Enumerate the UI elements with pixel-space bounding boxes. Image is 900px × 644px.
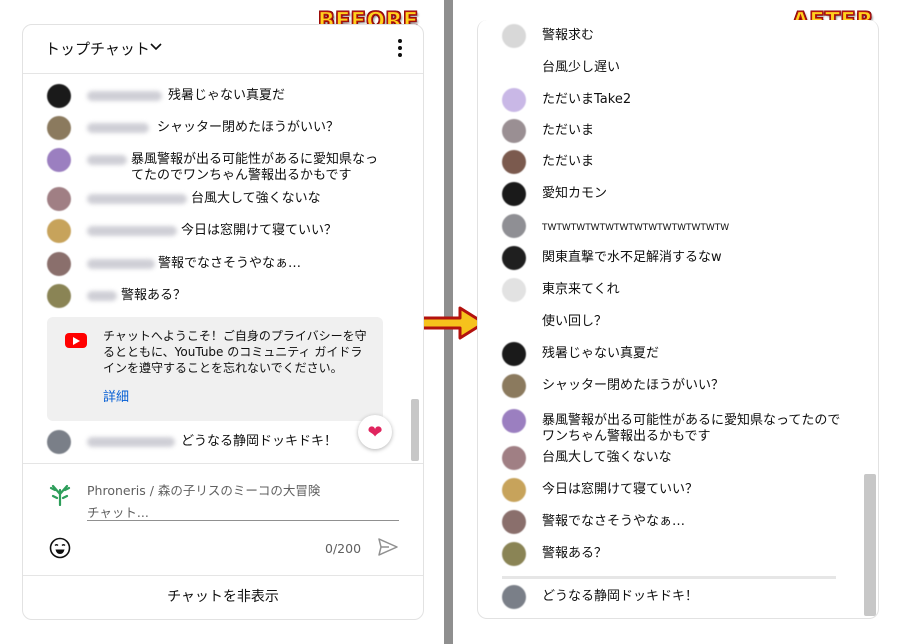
more-icon[interactable] xyxy=(397,39,403,59)
message-text: 残暑じゃない真夏だ xyxy=(542,346,660,361)
heart-icon[interactable]: ❤ xyxy=(358,415,392,449)
message-text: TWTWTWTWTWTWTWTWTWTWTWTWTW xyxy=(542,223,730,233)
after-chat-panel: 警報求む 台風少し遅い ただいまTake2 ただいま ただいま 愛知カモン TWTWTWTW… xyxy=(477,20,879,619)
message-text: 今日は窓開けて寝ていい？ xyxy=(542,482,699,497)
avatar[interactable] xyxy=(502,585,526,609)
before-chat-panel: トップチャット 残暑じゃない真夏だシャッター閉めたほうがいい？ 暴風警報が出る可能… xyxy=(22,24,424,620)
chat-mode-dropdown[interactable]: トップチャット xyxy=(45,38,150,59)
welcome-banner: チャットへようこそ！ご自身のプライバシーを守るとともに、YouTube のコミュ… xyxy=(47,317,383,421)
avatar[interactable] xyxy=(502,56,526,80)
avatar[interactable] xyxy=(502,409,526,433)
avatar[interactable] xyxy=(502,478,526,502)
message-text: 台風少し遅い xyxy=(542,60,621,75)
chat-input[interactable]: チャット... xyxy=(87,502,399,521)
author-name-redacted[interactable] xyxy=(87,259,155,269)
avatar[interactable] xyxy=(502,510,526,534)
channel-name-sub: / 森の子リスのミーコの大冒険 xyxy=(145,483,321,498)
message-text: シャッター閉めたほうがいい？ xyxy=(157,120,340,135)
chat-input-area: Phroneris / 森の子リスのミーコの大冒険 チャット... 0/200 xyxy=(23,463,423,576)
message-text: ただいま xyxy=(542,154,595,169)
message-text: 暴風警報が出る可能性があるに愛知県なってたのでワンちゃん警報出るかもです xyxy=(542,413,841,444)
message-text: 警報でなさそうやなぁ… xyxy=(542,514,686,529)
message-text: どうなる静岡ドッキドキ！ xyxy=(542,589,699,604)
message-text: 東京来てくれ xyxy=(542,282,620,297)
avatar[interactable] xyxy=(502,119,526,143)
chat-header: トップチャット xyxy=(23,25,423,74)
author-name-redacted[interactable] xyxy=(87,437,175,447)
avatar[interactable] xyxy=(502,150,526,174)
message-text: 警報でなさそうやなぁ… xyxy=(158,256,302,271)
char-counter: 0/200 xyxy=(325,541,362,556)
author-name-redacted[interactable] xyxy=(87,291,117,301)
message-text: 台風大して強くないな xyxy=(191,191,321,206)
message-text: 使い回し？ xyxy=(542,314,608,329)
avatar[interactable] xyxy=(502,246,526,270)
scrollbar-thumb[interactable] xyxy=(411,399,419,461)
message-text: どうなる静岡ドッキドキ！ xyxy=(181,434,338,449)
welcome-text: チャットへようこそ！ご自身のプライバシーを守るとともに、YouTube のコミュ… xyxy=(103,329,367,375)
message-text: 愛知カモン xyxy=(542,186,608,201)
message-text: 警報求む xyxy=(542,28,595,43)
avatar[interactable] xyxy=(47,252,71,276)
scrollbar-thumb[interactable] xyxy=(864,474,876,616)
message-text: 警報ある？ xyxy=(542,546,608,561)
message-text: 関東直撃で水不足解消するなw xyxy=(542,250,722,265)
message-text: 警報ある？ xyxy=(121,288,187,303)
avatar[interactable] xyxy=(47,430,71,454)
author-name-redacted[interactable] xyxy=(87,91,162,101)
avatar[interactable] xyxy=(47,84,71,108)
author-name-redacted[interactable] xyxy=(87,194,187,204)
avatar[interactable] xyxy=(47,148,71,172)
author-name-redacted[interactable] xyxy=(87,155,127,165)
avatar[interactable] xyxy=(502,374,526,398)
message-text: ただいま xyxy=(542,123,595,138)
message-text: 今日は窓開けて寝ていい？ xyxy=(181,223,338,238)
author-name-redacted[interactable] xyxy=(87,123,149,133)
avatar[interactable] xyxy=(47,219,71,243)
avatar[interactable] xyxy=(502,542,526,566)
message-text: ただいまTake2 xyxy=(542,92,632,107)
avatar[interactable] xyxy=(502,182,526,206)
author-name-redacted[interactable] xyxy=(87,226,177,236)
avatar[interactable] xyxy=(502,310,526,334)
message-text: 残暑じゃない真夏だ xyxy=(168,88,286,103)
avatar[interactable] xyxy=(502,24,526,48)
hide-chat-button[interactable]: チャットを非表示 xyxy=(23,575,423,619)
avatar[interactable] xyxy=(47,187,71,211)
avatar[interactable] xyxy=(47,284,71,308)
message-text: 台風大して強くないな xyxy=(542,450,672,465)
chevron-down-icon[interactable] xyxy=(149,40,163,54)
welcome-details-link[interactable]: 詳細 xyxy=(103,386,129,405)
youtube-logo-icon xyxy=(65,333,87,348)
channel-name-primary: Phroneris xyxy=(87,483,146,498)
avatar[interactable] xyxy=(47,116,71,140)
avatar[interactable] xyxy=(502,446,526,470)
message-separator xyxy=(502,576,836,579)
send-icon[interactable] xyxy=(377,536,399,558)
avatar[interactable] xyxy=(502,342,526,366)
message-text: シャッター閉めたほうがいい？ xyxy=(542,378,725,393)
message-text: 暴風警報が出る可能性があるに愛知県なってたのでワンちゃん警報出るかもです xyxy=(131,152,379,183)
channel-name: Phroneris / 森の子リスのミーコの大冒険 xyxy=(87,480,320,499)
avatar[interactable] xyxy=(502,88,526,112)
avatar[interactable] xyxy=(502,278,526,302)
channel-avatar-icon xyxy=(49,484,71,506)
emoji-icon[interactable] xyxy=(49,537,71,559)
avatar[interactable] xyxy=(502,214,526,238)
